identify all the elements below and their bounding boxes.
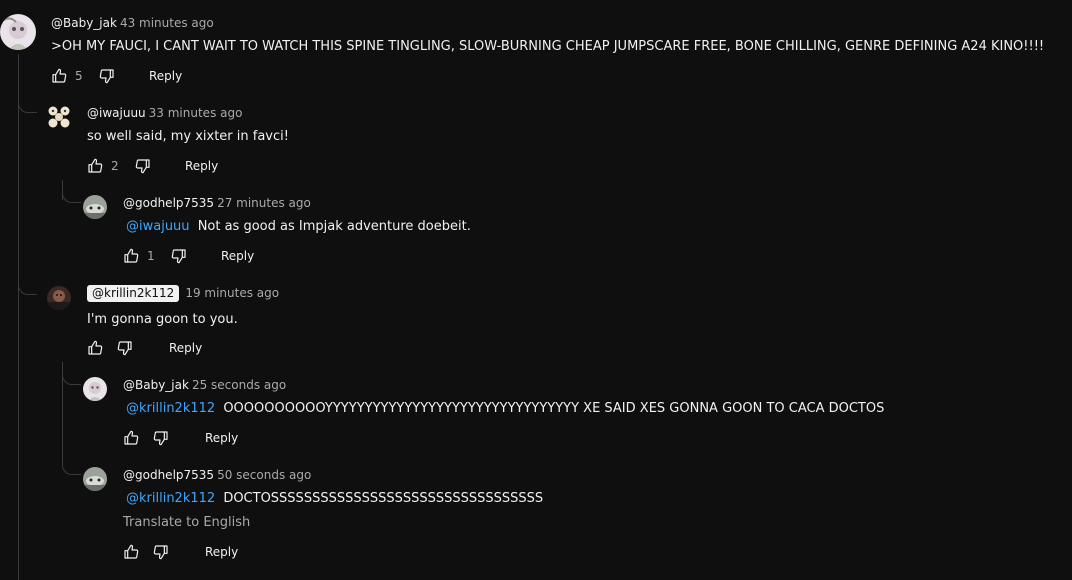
like-count: 5 [75,69,83,83]
translate-link[interactable]: Translate to English [123,515,250,530]
reply-button[interactable]: Reply [185,159,218,173]
thread-branch [18,282,37,295]
comment-text-row: @krillin2k112 OOOOOOOOOOYYYYYYYYYYYYYYYY… [123,401,884,416]
thread-line-main [18,54,19,580]
thumbs-down-icon[interactable] [117,340,133,356]
comment-time[interactable]: 27 minutes ago [217,196,311,210]
avatar[interactable] [83,195,107,219]
comment-author[interactable]: @godhelp7535 [123,468,214,482]
comment-author[interactable]: @Baby_jak [51,16,117,30]
comment-author[interactable]: @Baby_jak [123,378,189,392]
comment-text: Not as good as Impjak adventure doebeit. [197,219,471,234]
comment-text-row: @krillin2k112 DOCTOSSSSSSSSSSSSSSSSSSSSS… [123,491,543,506]
comment-author-badge[interactable]: @krillin2k112 [87,285,180,302]
comment-text: I'm gonna goon to you. [87,312,238,327]
comment-text-row: @iwajuuu Not as good as Impjak adventure… [123,219,471,234]
like-count: 1 [147,249,155,263]
comment-text: >OH MY FAUCI, I CANT WAIT TO WATCH THIS … [51,39,1045,54]
comment-time[interactable]: 19 minutes ago [185,286,279,300]
comment-text: DOCTOSSSSSSSSSSSSSSSSSSSSSSSSSSSSSSSSS [223,491,544,506]
comment-time[interactable]: 50 seconds ago [217,468,311,482]
comment-time[interactable]: 25 seconds ago [192,378,286,392]
avatar[interactable] [47,105,71,129]
thread-branch [62,462,81,475]
reply-button[interactable]: Reply [205,431,238,445]
mention-link[interactable]: @krillin2k112 [126,401,215,416]
thumbs-down-icon[interactable] [153,430,169,446]
thumbs-down-icon[interactable] [171,248,187,264]
comment-time[interactable]: 43 minutes ago [120,16,214,30]
like-count: 2 [111,159,119,173]
comment-author[interactable]: @godhelp7535 [123,196,214,210]
avatar[interactable] [83,467,107,491]
reply-button[interactable]: Reply [221,249,254,263]
avatar[interactable] [47,286,71,310]
comment-text: OOOOOOOOOOYYYYYYYYYYYYYYYYYYYYYYYYYYYYYY… [223,401,885,416]
thread-branch [62,190,81,203]
thumbs-down-icon[interactable] [99,68,115,84]
comment-time[interactable]: 33 minutes ago [149,106,243,120]
thumbs-down-icon[interactable] [135,158,151,174]
comment-text: so well said, my xixter in favci! [87,129,289,144]
thumbs-up-icon[interactable] [51,68,67,84]
comment-author[interactable]: @iwajuuu [87,106,146,120]
thumbs-up-icon[interactable] [123,544,139,560]
thumbs-down-icon[interactable] [153,544,169,560]
thread-branch [18,100,37,113]
reply-button[interactable]: Reply [205,545,238,559]
thumbs-up-icon[interactable] [123,248,139,264]
mention-link[interactable]: @iwajuuu [126,219,190,234]
thumbs-up-icon[interactable] [87,158,103,174]
thumbs-up-icon[interactable] [87,340,103,356]
thumbs-up-icon[interactable] [123,430,139,446]
reply-button[interactable]: Reply [169,341,202,355]
avatar[interactable] [83,377,107,401]
avatar[interactable] [0,14,36,50]
reply-button[interactable]: Reply [149,69,182,83]
mention-link[interactable]: @krillin2k112 [126,491,215,506]
thread-branch [62,372,81,385]
